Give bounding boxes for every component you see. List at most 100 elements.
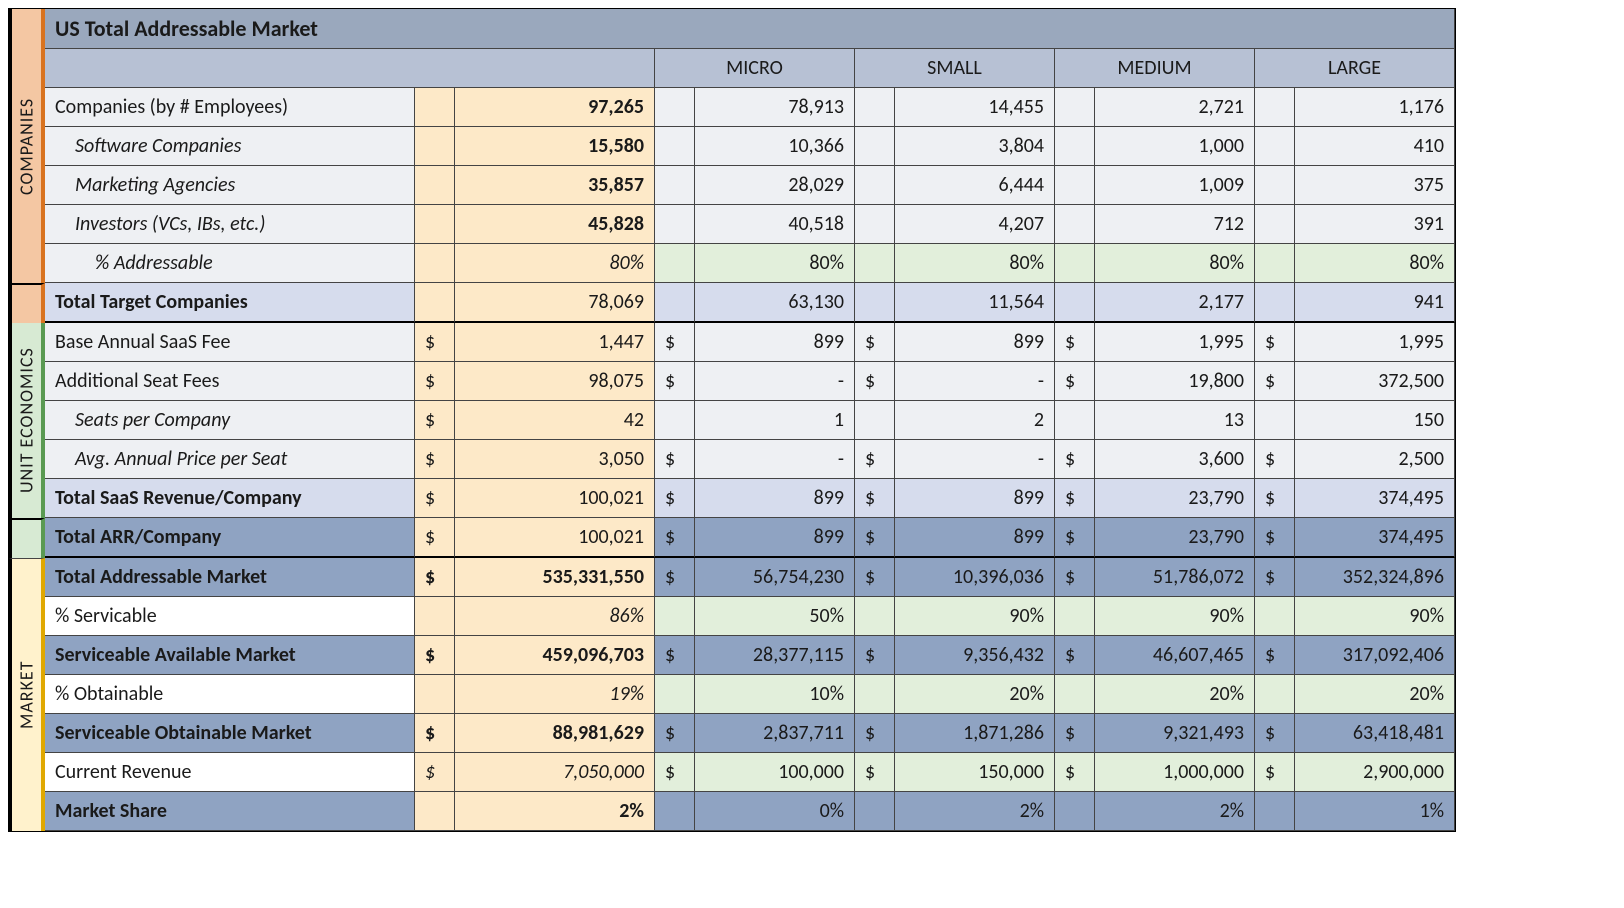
cell-sym: $	[415, 479, 455, 518]
cell-sym	[855, 401, 895, 440]
cell-value: 1	[695, 401, 855, 440]
cell-value: 40,518	[695, 205, 855, 244]
cell-value: 3,050	[455, 440, 655, 479]
cell-sym: $	[655, 362, 695, 401]
row-label: Current Revenue	[45, 753, 415, 792]
cell-sym: $	[655, 440, 695, 479]
cell-value: 23,790	[1095, 479, 1255, 518]
cell-value: 28,377,115	[695, 636, 855, 675]
cell-sym: $	[1055, 753, 1095, 792]
cell-value: 78,913	[695, 88, 855, 127]
cell-sym: $	[415, 636, 455, 675]
cell-value: 2%	[455, 792, 655, 831]
cell-sym	[655, 127, 695, 166]
cell-sym: $	[855, 362, 895, 401]
cell-sym: $	[1055, 636, 1095, 675]
cell-sym	[1255, 127, 1295, 166]
cell-sym	[415, 127, 455, 166]
cell-value: 899	[895, 479, 1055, 518]
header-spacer	[45, 49, 655, 88]
cell-sym	[1055, 88, 1095, 127]
col-header-medium: MEDIUM	[1055, 49, 1255, 88]
cell-value: 10,396,036	[895, 558, 1055, 597]
cell-sym: $	[1255, 323, 1295, 362]
cell-value: 3,600	[1095, 440, 1255, 479]
cell-value: 20%	[1095, 675, 1255, 714]
cell-value: 2,177	[1095, 283, 1255, 323]
cell-sym	[1255, 166, 1295, 205]
cell-value: 10,366	[695, 127, 855, 166]
col-header-micro: MICRO	[655, 49, 855, 88]
col-header-large: LARGE	[1255, 49, 1455, 88]
cell-value: 80%	[695, 244, 855, 283]
cell-value: 45,828	[455, 205, 655, 244]
cell-sym	[855, 675, 895, 714]
cell-value: 9,356,432	[895, 636, 1055, 675]
section-label-unit-end	[9, 518, 45, 558]
cell-value: 459,096,703	[455, 636, 655, 675]
row-label: Investors (VCs, IBs, etc.)	[45, 205, 415, 244]
cell-value: 375	[1295, 166, 1455, 205]
cell-value: 100,021	[455, 479, 655, 518]
cell-value: 899	[695, 323, 855, 362]
cell-sym: $	[855, 518, 895, 558]
cell-sym: $	[855, 479, 895, 518]
row-label: Base Annual SaaS Fee	[45, 323, 415, 362]
cell-sym	[855, 88, 895, 127]
cell-value: 150	[1295, 401, 1455, 440]
cell-sym: $	[1055, 440, 1095, 479]
cell-sym: $	[415, 440, 455, 479]
cell-value: 50%	[695, 597, 855, 636]
section-label-market: MARKET	[9, 558, 45, 831]
cell-sym	[415, 597, 455, 636]
row-label: Market Share	[45, 792, 415, 831]
cell-sym	[1055, 244, 1095, 283]
cell-value: 63,418,481	[1295, 714, 1455, 753]
row-label: % Servicable	[45, 597, 415, 636]
cell-sym	[415, 166, 455, 205]
cell-value: 1,009	[1095, 166, 1255, 205]
cell-value: 15,580	[455, 127, 655, 166]
cell-value: -	[895, 362, 1055, 401]
cell-value: 78,069	[455, 283, 655, 323]
col-header-small: SMALL	[855, 49, 1055, 88]
row-label: Total Addressable Market	[45, 558, 415, 597]
section-label-companies: COMPANIES	[9, 9, 45, 283]
cell-value: -	[695, 362, 855, 401]
cell-sym: $	[415, 558, 455, 597]
cell-sym: $	[855, 636, 895, 675]
cell-sym	[1255, 675, 1295, 714]
row-label: Total Target Companies	[45, 283, 415, 323]
cell-sym: $	[1255, 479, 1295, 518]
cell-sym	[655, 283, 695, 323]
cell-value: 1,447	[455, 323, 655, 362]
cell-sym: $	[655, 479, 695, 518]
cell-sym: $	[855, 753, 895, 792]
cell-value: 1,000,000	[1095, 753, 1255, 792]
cell-sym	[1055, 792, 1095, 831]
cell-value: 86%	[455, 597, 655, 636]
cell-sym	[855, 283, 895, 323]
cell-value: 100,021	[455, 518, 655, 558]
cell-sym	[1055, 675, 1095, 714]
cell-value: 899	[695, 479, 855, 518]
cell-value: 28,029	[695, 166, 855, 205]
cell-sym	[415, 792, 455, 831]
row-label: Companies (by # Employees)	[45, 88, 415, 127]
cell-sym: $	[1255, 753, 1295, 792]
cell-sym: $	[415, 518, 455, 558]
cell-value: 80%	[1095, 244, 1255, 283]
cell-value: 352,324,896	[1295, 558, 1455, 597]
cell-value: 1,995	[1095, 323, 1255, 362]
cell-value: 535,331,550	[455, 558, 655, 597]
cell-value: 10%	[695, 675, 855, 714]
cell-sym: $	[415, 714, 455, 753]
cell-value: 80%	[895, 244, 1055, 283]
cell-value: 46,607,465	[1095, 636, 1255, 675]
cell-value: 11,564	[895, 283, 1055, 323]
cell-sym	[855, 244, 895, 283]
cell-sym	[1055, 283, 1095, 323]
row-label: % Obtainable	[45, 675, 415, 714]
cell-sym	[855, 792, 895, 831]
cell-value: 19%	[455, 675, 655, 714]
